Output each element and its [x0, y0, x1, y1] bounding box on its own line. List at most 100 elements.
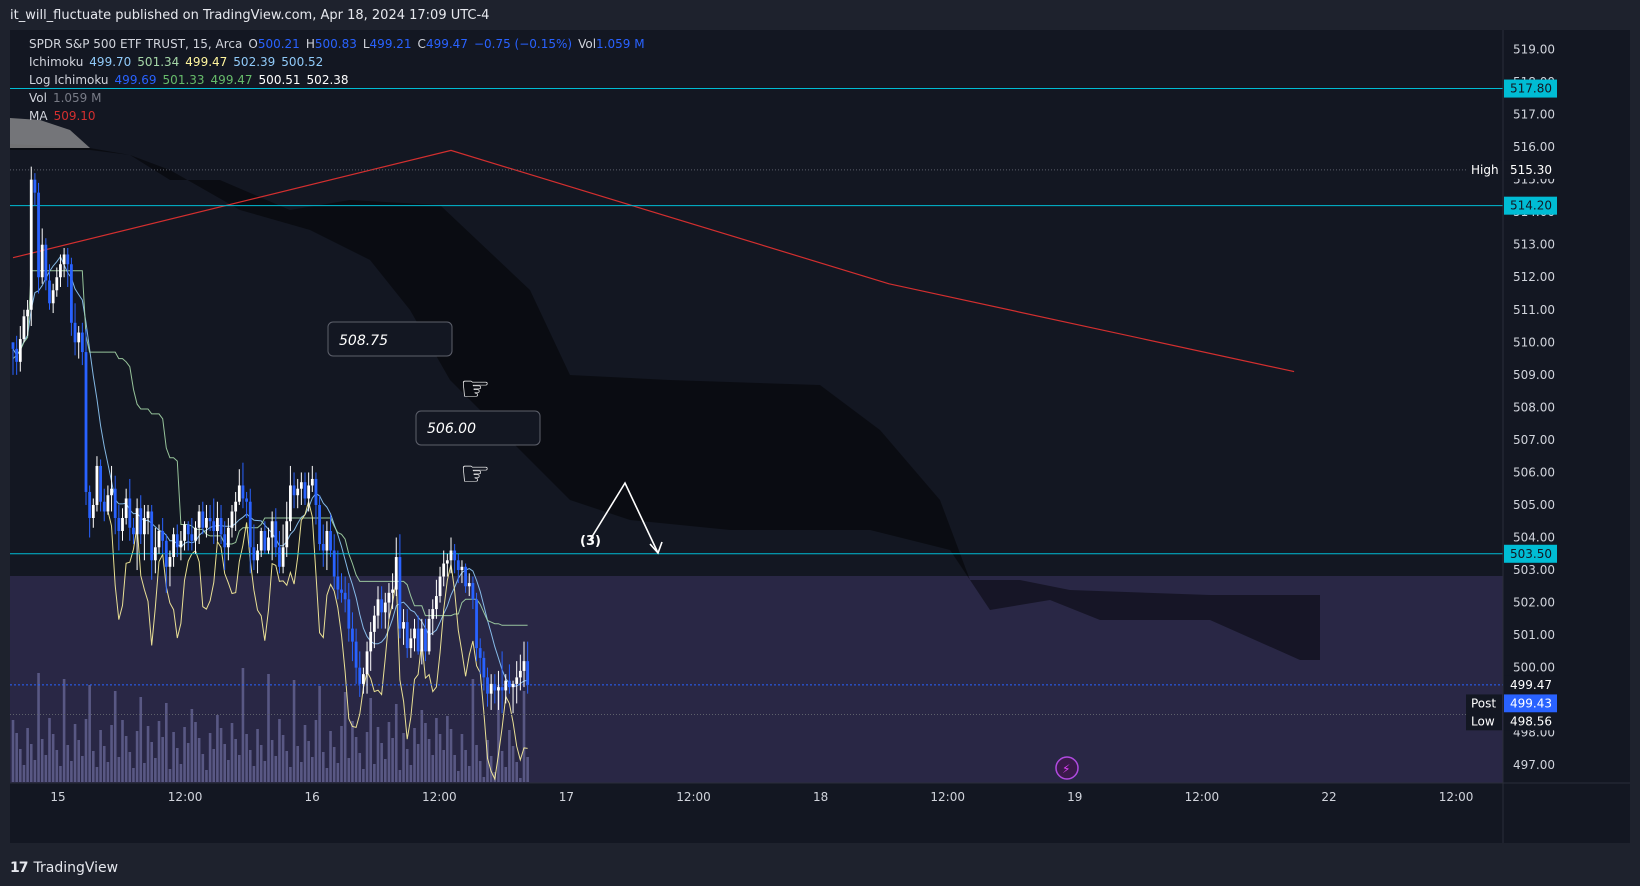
legend-symbol-row: SPDR S&P 500 ETF TRUST, 15, Arca O500.21 H… [29, 37, 645, 51]
volume-bar [59, 766, 62, 782]
candle-body [80, 332, 84, 353]
volume-bar [515, 762, 518, 782]
volume-bar [416, 744, 420, 782]
volume-bar [26, 728, 29, 782]
candle-body [486, 677, 489, 694]
axis-tag-name: Low [1471, 714, 1495, 728]
candle-body [252, 547, 256, 561]
volume-bar [15, 733, 18, 782]
candle-body [256, 550, 259, 561]
candle-body [285, 521, 289, 548]
candle-body [29, 179, 33, 310]
candle-body [303, 482, 307, 499]
candle-body [332, 550, 336, 577]
volume-bar [212, 749, 216, 782]
volume-bar [442, 750, 445, 782]
volume-bar [336, 763, 340, 782]
candle-body [409, 638, 413, 649]
candle-body [48, 280, 51, 304]
candle-body [424, 628, 427, 652]
candle-body [223, 534, 227, 548]
volume-bar [55, 750, 59, 782]
candle-body [157, 531, 161, 548]
price-tick-label: 502.00 [1513, 596, 1555, 610]
candle-body [358, 667, 362, 684]
axis-price-tag-label: 515.30 [1510, 163, 1552, 177]
candle-body [475, 599, 478, 649]
volume-bar [73, 724, 77, 782]
price-callout-2[interactable]: 506.00 [415, 410, 541, 446]
candle-body [369, 631, 373, 652]
volume-bar [40, 739, 44, 782]
price-tick-label: 506.00 [1513, 465, 1555, 479]
volume-bar [190, 709, 194, 782]
candle-body [383, 602, 387, 613]
legend-volume-row: Vol 1.059 M [29, 91, 102, 105]
volume-bar [208, 733, 212, 782]
volume-bar [424, 723, 427, 782]
candle-body [194, 527, 197, 541]
volume-bar [146, 726, 150, 782]
time-tick-label: 12:00 [422, 790, 457, 804]
candle-body [427, 618, 431, 652]
volume-bar [88, 685, 91, 782]
volume-bar [471, 679, 475, 782]
price-tick-label: 513.00 [1513, 238, 1555, 252]
candle-body [394, 557, 398, 590]
volume-bar [478, 761, 482, 782]
price-tick-label: 508.00 [1513, 400, 1555, 414]
candle-body [518, 670, 522, 678]
volume-bar [81, 756, 84, 782]
volume-bar [332, 747, 336, 782]
chart-area[interactable]: 508.75 506.00 ☞ ☞ (3) ⚡ 519.00518.00517.… [10, 30, 1630, 843]
volume-bar [362, 769, 365, 782]
candle-body [416, 628, 420, 652]
publish-bar: it_will_fluctuate published on TradingVi… [0, 0, 1640, 30]
price-tick-label: 511.00 [1513, 303, 1555, 317]
candle-body [500, 687, 504, 691]
volume-bar [48, 718, 51, 782]
candle-body [347, 599, 351, 629]
candle-body [37, 192, 40, 278]
candle-body [263, 531, 267, 551]
price-tick-label: 512.00 [1513, 270, 1555, 284]
volume-bar [22, 765, 26, 782]
volume-bar [398, 770, 402, 782]
volume-bar [95, 767, 99, 782]
candle-body [259, 531, 263, 551]
candle-body [314, 478, 318, 505]
price-tick-label: 519.00 [1513, 43, 1555, 57]
time-tick-label: 12:00 [930, 790, 965, 804]
volume-bar [307, 741, 310, 782]
price-chart[interactable]: 508.75 506.00 ☞ ☞ (3) ⚡ 519.00518.00517.… [10, 30, 1630, 843]
volume-bar [453, 755, 456, 782]
candle-body [318, 504, 321, 545]
volume-bar [143, 763, 146, 782]
candle-body [26, 309, 29, 317]
volume-bar [238, 755, 241, 782]
candle-body [234, 501, 238, 512]
candle-body [73, 322, 77, 343]
time-tick-label: 18 [813, 790, 828, 804]
volume-bar [66, 745, 70, 782]
candle-body [515, 677, 519, 684]
pointing-hand-icon: ☞ [460, 454, 490, 494]
volume-bar [296, 746, 299, 782]
time-tick-label: 12:00 [676, 790, 711, 804]
candle-body [245, 498, 248, 502]
candle-body [175, 534, 179, 548]
volume-bar [263, 761, 267, 782]
candle-body [219, 517, 223, 535]
candle-body [351, 628, 354, 642]
volume-bar [402, 733, 405, 782]
price-callout-1[interactable]: 508.75 [327, 321, 453, 357]
volume-bar [347, 758, 351, 782]
candle-body [267, 537, 270, 551]
volume-bar [186, 743, 190, 782]
price-callout-2-text: 506.00 [427, 421, 476, 437]
candle-body [212, 521, 216, 532]
volume-bar [113, 691, 117, 782]
candle-body [146, 511, 150, 518]
candle-body [504, 680, 508, 691]
volume-bar [311, 757, 314, 782]
